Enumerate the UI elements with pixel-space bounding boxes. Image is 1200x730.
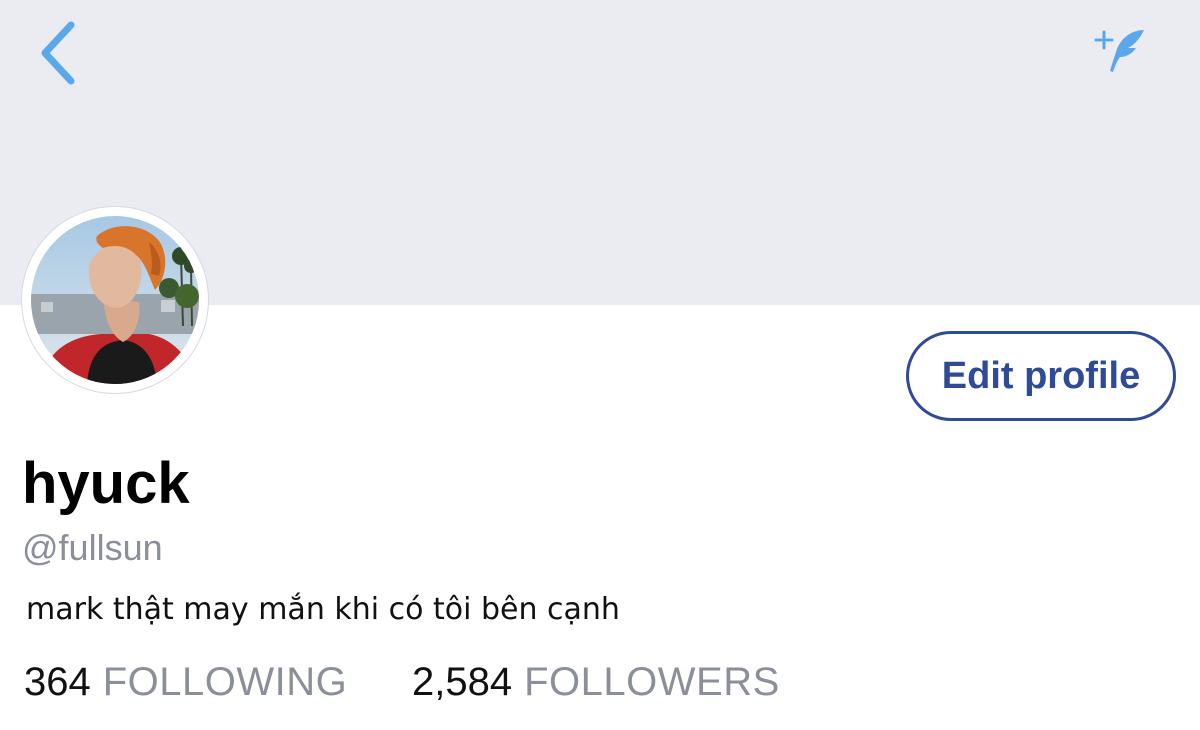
avatar-frame[interactable] (22, 207, 208, 393)
following-count: 364 (24, 660, 91, 704)
followers-stat[interactable]: 2,584 FOLLOWERS (412, 662, 780, 702)
chevron-left-icon (41, 21, 75, 85)
following-stat[interactable]: 364 FOLLOWING (24, 662, 347, 702)
username-handle: @fullsun (22, 527, 163, 568)
back-button[interactable] (28, 18, 88, 88)
avatar[interactable] (31, 216, 199, 384)
following-label: FOLLOWING (102, 660, 348, 704)
edit-profile-button[interactable]: Edit profile (906, 331, 1176, 421)
profile-bio: mark thật may mắn khi có tôi bên cạnh (26, 592, 620, 627)
display-name: hyuck (22, 451, 190, 516)
profile-photo (31, 216, 199, 384)
followers-label: FOLLOWERS (524, 660, 780, 704)
followers-count: 2,584 (412, 660, 513, 704)
compose-tweet-icon (1094, 30, 1144, 72)
profile-page: Edit profile hyuck @fullsun mark thật ma… (0, 0, 1200, 730)
compose-tweet-button[interactable] (1088, 22, 1152, 78)
